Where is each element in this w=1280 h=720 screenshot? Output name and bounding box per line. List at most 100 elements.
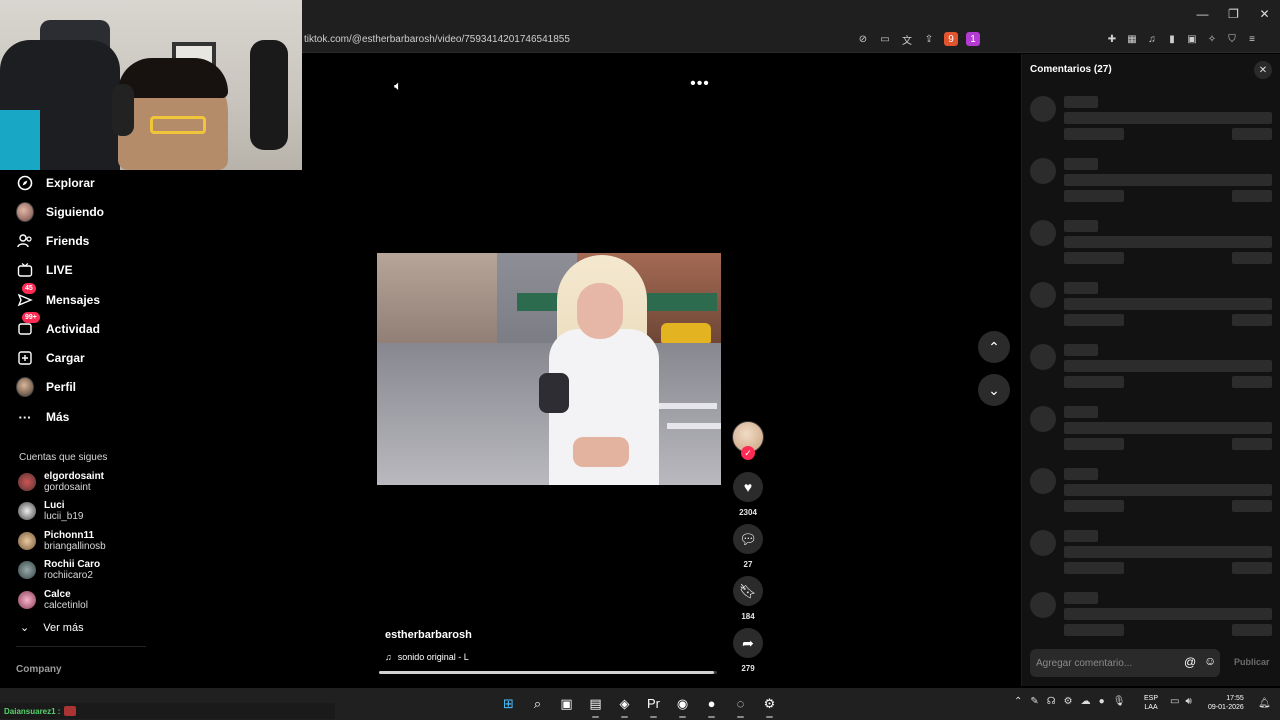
mention-icon[interactable]: @: [1184, 655, 1196, 669]
skeleton-line: [1064, 438, 1124, 450]
brave-rewards-icon[interactable]: 1: [966, 32, 980, 46]
tray-steam-icon[interactable]: ⚙: [1064, 696, 1073, 707]
video-sound[interactable]: ♫ sonido original - L: [385, 652, 469, 662]
skeleton-line: [1064, 314, 1124, 326]
music-icon[interactable]: ♫: [1145, 32, 1159, 46]
account-avatar: [18, 502, 36, 520]
nav-mas[interactable]: ··· Más: [16, 404, 70, 430]
skeleton-line: [1232, 376, 1272, 388]
system-tray: ⌃ ✎ ☊ ⚙ ☁ ● 🎙︎: [1014, 696, 1125, 707]
next-video-button[interactable]: ⌄: [978, 374, 1010, 406]
nav-friends[interactable]: Friends: [16, 228, 89, 254]
previous-video-button[interactable]: ⌃: [978, 331, 1010, 363]
skeleton-line: [1064, 468, 1098, 480]
following-account[interactable]: elgordosaint gordosaint: [18, 469, 104, 495]
activity-badge: 99+: [22, 312, 40, 323]
nav-cargar[interactable]: Cargar: [16, 345, 85, 371]
nav-explorar[interactable]: Explorar: [16, 170, 95, 196]
comment-skeleton: [1030, 592, 1272, 642]
skeleton-avatar: [1030, 158, 1056, 184]
following-account[interactable]: Luci lucii_b19: [18, 498, 83, 524]
nav-siguiendo[interactable]: Siguiendo: [16, 199, 104, 225]
tray-pen-icon[interactable]: ✎: [1030, 696, 1038, 707]
see-more-button[interactable]: ⌄ Ver más: [20, 621, 84, 635]
brave-shields-icon[interactable]: 9: [944, 32, 958, 46]
volume-icon[interactable]: 🔈︎: [390, 78, 406, 94]
skeleton-line: [1064, 158, 1098, 170]
lang-layout: LAA: [1144, 704, 1158, 711]
maximize-button[interactable]: ❐: [1218, 0, 1249, 28]
skeleton-line: [1064, 128, 1124, 140]
steam-icon[interactable]: ⚙: [758, 692, 781, 718]
keyboard-language[interactable]: ESP LAA: [1144, 694, 1158, 712]
following-account[interactable]: Pichonn11 briangallinosb: [18, 528, 106, 554]
tray-app-icon[interactable]: ●: [1099, 696, 1105, 707]
share-icon[interactable]: ⇪: [922, 32, 936, 46]
more-options-icon[interactable]: •••: [690, 75, 710, 92]
photos-icon[interactable]: ▣: [555, 692, 578, 715]
nav-perfil[interactable]: Perfil: [16, 374, 76, 400]
skeleton-line: [1064, 220, 1098, 232]
clock-time: 17:55: [1226, 695, 1244, 702]
video-author[interactable]: estherbarbarosh: [385, 629, 472, 641]
clock[interactable]: 17:55 09-01-2026: [1208, 694, 1244, 712]
like-button[interactable]: ♥: [733, 472, 763, 502]
spotify-icon[interactable]: ●: [700, 692, 723, 718]
tab-icon[interactable]: ▦: [1125, 32, 1139, 46]
nav-actividad[interactable]: 99+ Actividad: [16, 312, 100, 342]
premiere-pro-icon[interactable]: Pr: [642, 692, 665, 718]
nav-mensajes[interactable]: 45 Mensajes: [16, 283, 100, 313]
cast-icon[interactable]: ▭: [878, 32, 892, 46]
nav-live[interactable]: LIVE: [16, 257, 73, 283]
heart-icon: ♥: [743, 479, 753, 495]
video-progress-bar[interactable]: [379, 671, 717, 674]
extensions-icon[interactable]: ✚: [1105, 32, 1119, 46]
publish-button[interactable]: Publicar: [1234, 657, 1270, 667]
no-tracking-icon[interactable]: ⊘: [856, 32, 870, 46]
tray-headset-icon[interactable]: ☊: [1047, 696, 1056, 707]
app-icon[interactable]: ◌: [729, 692, 752, 718]
see-more-label: Ver más: [43, 621, 84, 634]
company-link[interactable]: Company: [16, 664, 62, 675]
leo-ai-icon[interactable]: ✧: [1205, 32, 1219, 46]
share-button[interactable]: ➦: [733, 628, 763, 658]
skeleton-avatar: [1030, 220, 1056, 246]
tray-mic-icon[interactable]: 🎙︎: [1113, 696, 1126, 707]
notifications-icon[interactable]: 🔔︎: [1258, 698, 1271, 709]
chevron-up-icon: ⌃: [988, 338, 1000, 355]
nav-label: Perfil: [46, 380, 77, 394]
minimize-button[interactable]: —: [1187, 0, 1218, 28]
menu-icon[interactable]: ≡: [1245, 32, 1259, 46]
skeleton-line: [1064, 422, 1272, 434]
following-account[interactable]: Rochii Caro rochiicaro2: [18, 557, 100, 583]
followed-check-icon[interactable]: ✓: [741, 446, 755, 460]
translate-icon[interactable]: 文: [900, 32, 914, 47]
video-crosswalk: [657, 403, 717, 409]
upload-icon: [16, 349, 34, 367]
windows-start-icon[interactable]: ⊞: [497, 692, 520, 715]
close-comments-button[interactable]: ✕: [1254, 61, 1272, 79]
close-window-button[interactable]: ✕: [1249, 0, 1280, 28]
comment-skeleton: [1030, 220, 1272, 270]
save-button[interactable]: 🔖︎: [733, 576, 763, 606]
quick-settings[interactable]: ▭ 🔊︎: [1170, 696, 1192, 707]
messages-badge: 45: [22, 283, 36, 294]
sidebar-toggle-icon[interactable]: ▮: [1165, 32, 1179, 46]
tray-cloud-icon[interactable]: ☁: [1081, 696, 1091, 707]
wallet-icon[interactable]: ▣: [1185, 32, 1199, 46]
discord-icon[interactable]: ◉: [671, 692, 694, 718]
save-count: 184: [741, 612, 755, 621]
skeleton-avatar: [1030, 282, 1056, 308]
search-icon[interactable]: ⌕: [526, 692, 549, 715]
emoji-icon[interactable]: ☺: [1204, 654, 1216, 668]
sound-label: sonido original - L: [397, 652, 469, 662]
video-player[interactable]: [377, 253, 721, 485]
file-explorer-icon[interactable]: ▤: [584, 692, 607, 718]
url-text[interactable]: tiktok.com/@estherbarbarosh/video/759341…: [304, 34, 570, 45]
brave-browser-icon[interactable]: ◈: [613, 692, 636, 718]
vpn-shield-icon[interactable]: ⛉: [1225, 32, 1239, 46]
following-account[interactable]: Calce calcetinlol: [18, 587, 88, 613]
tray-chevron-up-icon[interactable]: ⌃: [1014, 696, 1022, 707]
comment-button[interactable]: 💬︎: [733, 524, 763, 554]
account-name: Calce: [44, 589, 71, 600]
